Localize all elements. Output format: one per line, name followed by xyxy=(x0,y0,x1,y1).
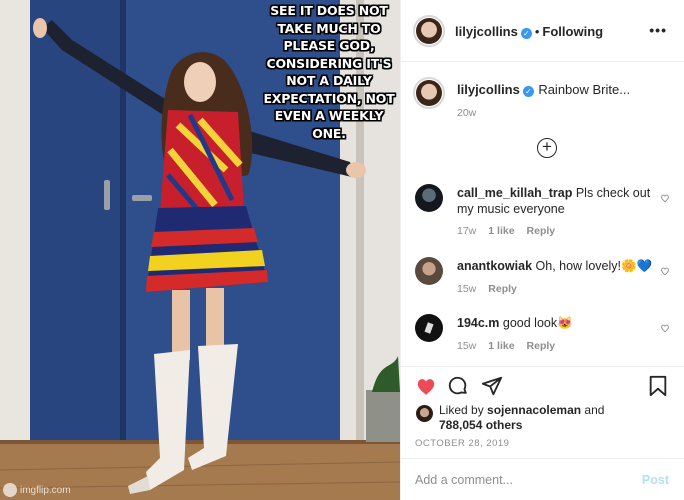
reply-button[interactable]: Reply xyxy=(527,225,556,237)
watermark-text: imgflip.com xyxy=(20,484,71,496)
share-icon[interactable] xyxy=(481,375,503,397)
load-more-comments-icon[interactable]: + xyxy=(537,138,557,158)
following-button[interactable]: Following xyxy=(542,24,603,39)
like-heart-icon[interactable] xyxy=(415,375,437,397)
post-comment-button[interactable]: Post xyxy=(642,473,669,487)
commenter-avatar[interactable] xyxy=(415,314,443,342)
reply-button[interactable]: Reply xyxy=(527,340,556,352)
post-header: lilyjcollins ✓ • Following ••• xyxy=(401,0,684,62)
caption-verified-icon: ✓ xyxy=(522,86,534,97)
commenter-username[interactable]: call_me_killah_trap xyxy=(457,186,572,200)
verified-badge-icon: ✓ xyxy=(520,28,532,39)
liked-by-others[interactable]: 788,054 others xyxy=(439,418,522,432)
save-bookmark-icon[interactable] xyxy=(648,375,668,397)
comment-age: 15w xyxy=(457,283,477,295)
liked-by-prefix: Liked by xyxy=(439,403,484,417)
comment-like-heart-icon[interactable] xyxy=(660,193,670,203)
caption-age: 20w xyxy=(457,107,477,119)
more-options-icon[interactable]: ••• xyxy=(649,22,667,38)
imgflip-watermark: imgflip.com xyxy=(3,483,71,497)
comment-like-heart-icon[interactable] xyxy=(660,266,670,276)
imgflip-logo-icon xyxy=(3,483,17,497)
reply-button[interactable]: Reply xyxy=(488,283,517,295)
post-date: OCTOBER 28, 2019 xyxy=(415,438,510,449)
caption-username[interactable]: lilyjcollins xyxy=(457,82,520,97)
comment-likes[interactable]: 1 like xyxy=(488,340,514,352)
comment-age: 17w xyxy=(457,225,477,237)
comment-age: 15w xyxy=(457,340,477,352)
liked-by-summary: Liked by sojennacoleman and 788,054 othe… xyxy=(439,403,679,433)
commenter-avatar[interactable] xyxy=(415,257,443,285)
add-comment-bar: Add a comment... Post xyxy=(401,458,684,500)
comment-text: good look😻 xyxy=(502,316,573,330)
post-caption: lilyjcollins ✓ Rainbow Brite... xyxy=(457,81,677,99)
post-side-panel: lilyjcollins ✓ • Following ••• lilyjcollins… xyxy=(400,0,684,500)
liked-by-and: and xyxy=(584,403,605,417)
comment-text: Oh, how lovely!🌼💙 xyxy=(535,259,653,273)
caption-avatar[interactable] xyxy=(413,77,445,109)
comment-icon[interactable] xyxy=(447,375,469,397)
comment-like-heart-icon[interactable] xyxy=(660,323,670,333)
author-username[interactable]: lilyjcollins xyxy=(455,24,518,39)
caption-text: Rainbow Brite... xyxy=(538,82,631,97)
post-photo: SEE IT DOES NOT TAKE MUCH TO PLEASE GOD,… xyxy=(0,0,400,500)
liked-by-username[interactable]: sojennacoleman xyxy=(487,403,581,417)
commenter-username[interactable]: 194c.m xyxy=(457,316,499,330)
meme-caption: SEE IT DOES NOT TAKE MUCH TO PLEASE GOD,… xyxy=(263,3,395,141)
add-comment-input[interactable]: Add a comment... xyxy=(415,473,513,487)
comment-likes[interactable]: 1 like xyxy=(488,225,514,237)
liker-avatar[interactable] xyxy=(416,405,433,422)
author-avatar[interactable] xyxy=(413,15,445,47)
commenter-avatar[interactable] xyxy=(415,184,443,212)
commenter-username[interactable]: anantkowiak xyxy=(457,259,532,273)
header-separator: • xyxy=(534,24,540,39)
